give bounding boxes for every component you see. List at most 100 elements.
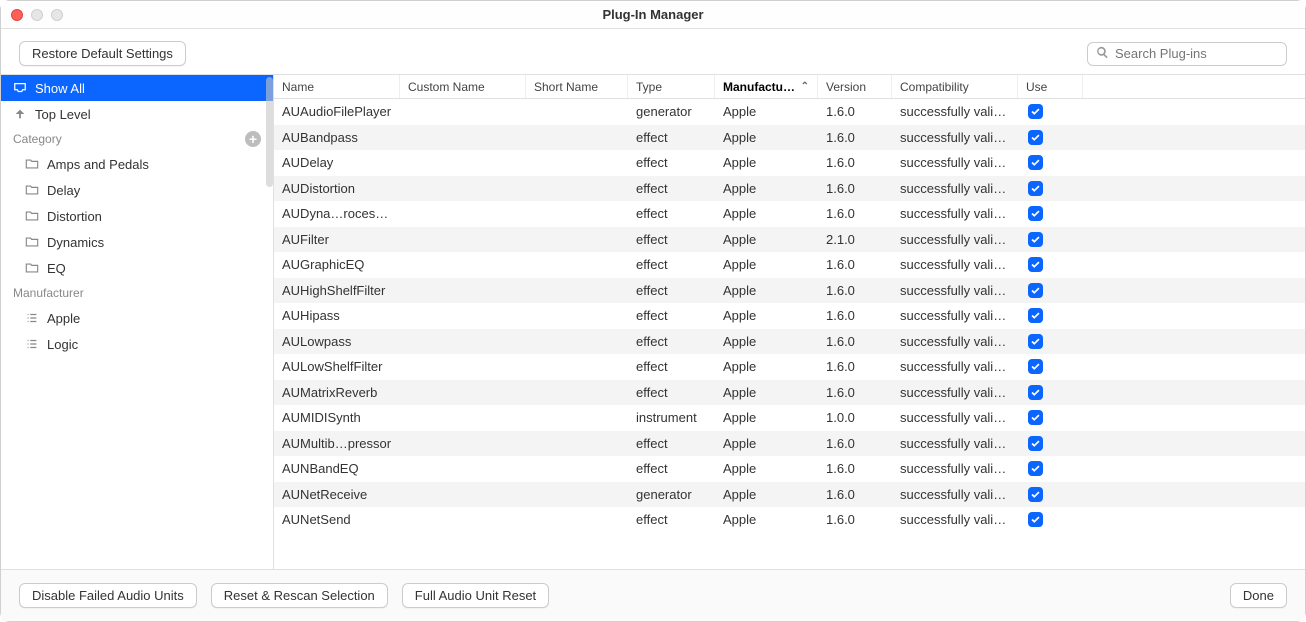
cell-type: effect xyxy=(628,385,715,400)
use-checkbox[interactable] xyxy=(1028,257,1043,272)
reset-rescan-button[interactable]: Reset & Rescan Selection xyxy=(211,583,388,608)
sidebar-category-item[interactable]: Amps and Pedals xyxy=(1,151,273,177)
cell-name: AUFilter xyxy=(274,232,400,247)
table-row[interactable]: AUDelay effect Apple 1.6.0 successfully … xyxy=(274,150,1305,176)
cell-use xyxy=(1018,461,1083,476)
column-version[interactable]: Version xyxy=(818,75,892,98)
cell-name: AUDistortion xyxy=(274,181,400,196)
table-row[interactable]: AUMatrixReverb effect Apple 1.6.0 succes… xyxy=(274,380,1305,406)
disable-failed-button[interactable]: Disable Failed Audio Units xyxy=(19,583,197,608)
table-row[interactable]: AUMultib…pressor effect Apple 1.6.0 succ… xyxy=(274,431,1305,457)
maximize-icon[interactable] xyxy=(51,9,63,21)
use-checkbox[interactable] xyxy=(1028,461,1043,476)
table-row[interactable]: AUDistortion effect Apple 1.6.0 successf… xyxy=(274,176,1305,202)
use-checkbox[interactable] xyxy=(1028,155,1043,170)
cell-name: AUNBandEQ xyxy=(274,461,400,476)
sidebar-category-item[interactable]: EQ xyxy=(1,255,273,281)
column-type[interactable]: Type xyxy=(628,75,715,98)
table-row[interactable]: AUNBandEQ effect Apple 1.6.0 successfull… xyxy=(274,456,1305,482)
use-checkbox[interactable] xyxy=(1028,130,1043,145)
full-reset-button[interactable]: Full Audio Unit Reset xyxy=(402,583,549,608)
table-row[interactable]: AUDyna…rocessor effect Apple 1.6.0 succe… xyxy=(274,201,1305,227)
use-checkbox[interactable] xyxy=(1028,206,1043,221)
table-row[interactable]: AUFilter effect Apple 2.1.0 successfully… xyxy=(274,227,1305,253)
table-row[interactable]: AUGraphicEQ effect Apple 1.6.0 successfu… xyxy=(274,252,1305,278)
column-short-name[interactable]: Short Name xyxy=(526,75,628,98)
cell-version: 1.6.0 xyxy=(818,461,892,476)
cell-version: 1.6.0 xyxy=(818,283,892,298)
scrollbar[interactable] xyxy=(266,77,273,187)
column-manufacturer[interactable]: Manufactu… ⌃ xyxy=(715,75,818,98)
cell-compatibility: successfully vali… xyxy=(892,130,1018,145)
sidebar-item-label: Logic xyxy=(47,337,78,352)
sidebar-item-label: Apple xyxy=(47,311,80,326)
cell-use xyxy=(1018,308,1083,323)
cell-type: generator xyxy=(628,487,715,502)
table-row[interactable]: AULowShelfFilter effect Apple 1.6.0 succ… xyxy=(274,354,1305,380)
use-checkbox[interactable] xyxy=(1028,334,1043,349)
column-custom-name[interactable]: Custom Name xyxy=(400,75,526,98)
table-body: AUAudioFilePlayer generator Apple 1.6.0 … xyxy=(274,99,1305,569)
sidebar-category-item[interactable]: Dynamics xyxy=(1,229,273,255)
table-row[interactable]: AUHighShelfFilter effect Apple 1.6.0 suc… xyxy=(274,278,1305,304)
restore-defaults-button[interactable]: Restore Default Settings xyxy=(19,41,186,66)
table-row[interactable]: AUHipass effect Apple 1.6.0 successfully… xyxy=(274,303,1305,329)
cell-use xyxy=(1018,359,1083,374)
use-checkbox[interactable] xyxy=(1028,487,1043,502)
cell-use xyxy=(1018,487,1083,502)
sidebar-label: Show All xyxy=(35,81,85,96)
sidebar-show-all[interactable]: Show All xyxy=(1,75,273,101)
folder-icon xyxy=(25,235,39,249)
done-button[interactable]: Done xyxy=(1230,583,1287,608)
column-spacer xyxy=(1083,75,1305,98)
cell-compatibility: successfully vali… xyxy=(892,257,1018,272)
column-compatibility[interactable]: Compatibility xyxy=(892,75,1018,98)
table-row[interactable]: AUNetReceive generator Apple 1.6.0 succe… xyxy=(274,482,1305,508)
cell-manufacturer: Apple xyxy=(715,155,818,170)
cell-manufacturer: Apple xyxy=(715,308,818,323)
table-row[interactable]: AUNetSend effect Apple 1.6.0 successfull… xyxy=(274,507,1305,533)
window-controls xyxy=(11,9,63,21)
cell-manufacturer: Apple xyxy=(715,334,818,349)
search-field[interactable] xyxy=(1087,42,1287,66)
use-checkbox[interactable] xyxy=(1028,104,1043,119)
use-checkbox[interactable] xyxy=(1028,512,1043,527)
column-name[interactable]: Name xyxy=(274,75,400,98)
list-icon xyxy=(25,337,39,351)
sidebar-top-level[interactable]: Top Level xyxy=(1,101,273,127)
cell-use xyxy=(1018,334,1083,349)
table-row[interactable]: AUBandpass effect Apple 1.6.0 successful… xyxy=(274,125,1305,151)
use-checkbox[interactable] xyxy=(1028,359,1043,374)
cell-name: AUDyna…rocessor xyxy=(274,206,400,221)
sidebar-manufacturer-item[interactable]: Apple xyxy=(1,305,273,331)
use-checkbox[interactable] xyxy=(1028,232,1043,247)
cell-compatibility: successfully vali… xyxy=(892,181,1018,196)
sidebar-item-label: Distortion xyxy=(47,209,102,224)
add-category-button[interactable]: + xyxy=(245,131,261,147)
search-input[interactable] xyxy=(1115,46,1291,61)
minimize-icon[interactable] xyxy=(31,9,43,21)
cell-compatibility: successfully vali… xyxy=(892,512,1018,527)
column-use[interactable]: Use xyxy=(1018,75,1083,98)
use-checkbox[interactable] xyxy=(1028,385,1043,400)
sidebar-category-item[interactable]: Distortion xyxy=(1,203,273,229)
sidebar-item-label: Delay xyxy=(47,183,80,198)
table-row[interactable]: AUAudioFilePlayer generator Apple 1.6.0 … xyxy=(274,99,1305,125)
table-row[interactable]: AUMIDISynth instrument Apple 1.0.0 succe… xyxy=(274,405,1305,431)
cell-version: 1.6.0 xyxy=(818,181,892,196)
use-checkbox[interactable] xyxy=(1028,181,1043,196)
use-checkbox[interactable] xyxy=(1028,410,1043,425)
cell-version: 2.1.0 xyxy=(818,232,892,247)
close-icon[interactable] xyxy=(11,9,23,21)
sidebar-category-item[interactable]: Delay xyxy=(1,177,273,203)
use-checkbox[interactable] xyxy=(1028,436,1043,451)
sidebar-manufacturer-item[interactable]: Logic xyxy=(1,331,273,357)
cell-type: effect xyxy=(628,334,715,349)
use-checkbox[interactable] xyxy=(1028,308,1043,323)
cell-type: effect xyxy=(628,512,715,527)
use-checkbox[interactable] xyxy=(1028,283,1043,298)
table-row[interactable]: AULowpass effect Apple 1.6.0 successfull… xyxy=(274,329,1305,355)
cell-name: AULowpass xyxy=(274,334,400,349)
sidebar-item-label: EQ xyxy=(47,261,66,276)
cell-type: generator xyxy=(628,104,715,119)
